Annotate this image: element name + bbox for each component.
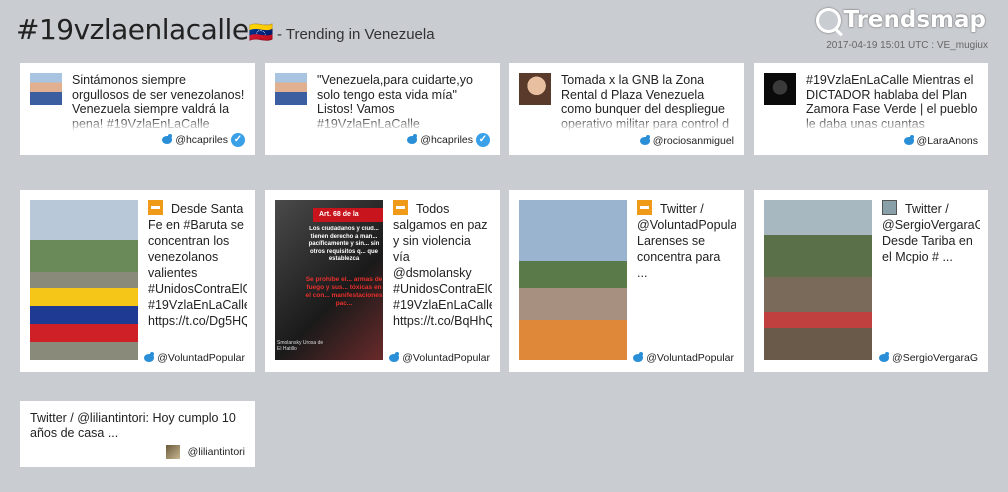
author-handle: @rociosanmiguel [652, 135, 734, 147]
protest-photo [30, 200, 138, 360]
tweet-text: Sintámonos siempre orgullosos de ser ven… [72, 73, 245, 131]
tweet-author[interactable]: @LaraAnons [903, 135, 978, 147]
author-handle: @hcapriles [175, 134, 228, 146]
media-card[interactable]: Art. 68 de la Los ciudadanos y ciud... t… [265, 190, 500, 372]
timestamp: 2017-04-19 15:01 UTC : VE_mugiux [826, 40, 988, 51]
author-handle: @LaraAnons [916, 135, 978, 147]
twitter-bird-icon [903, 135, 914, 145]
trendsmap-logo[interactable]: Trendsmap [816, 7, 986, 33]
hashtag-text: #19vzlaenlacalle [16, 13, 249, 46]
hashtag-title: #19vzlaenlacalle🇻🇪 - Trending in Venezuel… [16, 13, 435, 46]
tweet-card[interactable]: Sintámonos siempre orgullosos de ser ven… [20, 63, 255, 155]
author-handle: @hcapriles [420, 134, 473, 146]
tweet-text: Tomada x la GNB la Zona Rental d Plaza V… [561, 73, 734, 131]
poster-heading: Art. 68 de la [313, 208, 383, 222]
avatar [165, 445, 180, 459]
tweet-card[interactable]: "Venezuela,para cuidarte,yo solo tengo e… [265, 63, 500, 155]
media-text: Twitter / @SergioVergaraG: Desde Tariba … [882, 200, 980, 328]
media-text-content: Todos salgamos en paz y sin violencia ví… [393, 202, 492, 328]
header: #19vzlaenlacalle🇻🇪 - Trending in Venezuel… [0, 0, 1008, 56]
media-text: Todos salgamos en paz y sin violencia ví… [393, 200, 492, 328]
tweet-card[interactable]: #19VzlaEnLaCalle Mientras el DICTADOR ha… [754, 63, 988, 155]
twitter-bird-icon [389, 352, 400, 362]
media-card[interactable]: Desde Santa Fe en #Baruta se concentran … [20, 190, 255, 372]
tweet-text: "Venezuela,para cuidarte,yo solo tengo e… [317, 73, 490, 131]
author-handle: @SergioVergaraG [892, 352, 978, 364]
crowd-photo [764, 200, 872, 360]
voluntad-popular-icon [393, 200, 408, 215]
tweet-author[interactable]: @VoluntadPopular [389, 352, 490, 364]
user-avatar-icon [882, 200, 897, 215]
twitter-bird-icon [639, 135, 650, 145]
media-card[interactable]: Twitter / @SergioVergaraG: Desde Tariba … [754, 190, 988, 372]
media-text: Twitter / @VoluntadPopular: Larenses se … [637, 200, 736, 328]
tweet-author[interactable]: @SergioVergaraG [879, 352, 978, 364]
tweet-author[interactable]: @VoluntadPopular [144, 352, 245, 364]
link-text: Twitter / @liliantintori: Hoy cumplo 10 … [30, 411, 236, 440]
author-handle: @VoluntadPopular [646, 352, 734, 364]
tweet-author[interactable]: @hcapriles ✓ [162, 133, 245, 147]
tweet-author[interactable]: @hcapriles ✓ [407, 133, 490, 147]
march-photo [519, 200, 627, 360]
flag-stripe-yellow [30, 288, 138, 306]
flag-stripe-blue [30, 306, 138, 324]
verified-icon: ✓ [476, 133, 490, 147]
tweet-card[interactable]: Tomada x la GNB la Zona Rental d Plaza V… [509, 63, 744, 155]
logo-text: Trendsmap [843, 7, 986, 33]
poster-credit: Smolansky Urosa de El Hatillo [277, 340, 324, 352]
poster-image: Art. 68 de la Los ciudadanos y ciud... t… [275, 200, 383, 360]
tweet-author[interactable]: @liliantintori [165, 445, 245, 459]
tweet-author[interactable]: @VoluntadPopular [633, 352, 734, 364]
poster-warning: Se prohíbe el... armas de fuego y sus...… [305, 276, 383, 307]
twitter-bird-icon [879, 352, 890, 362]
tweet-text: #19VzlaEnLaCalle Mientras el DICTADOR ha… [806, 73, 978, 131]
media-text-content: Desde Santa Fe en #Baruta se concentran … [148, 202, 247, 328]
verified-icon: ✓ [231, 133, 245, 147]
voluntad-popular-icon [148, 200, 163, 215]
twitter-bird-icon [407, 134, 418, 144]
avatar [519, 73, 551, 105]
author-handle: @liliantintori [187, 446, 245, 458]
author-handle: @VoluntadPopular [157, 352, 245, 364]
flag-stripe-red [30, 324, 138, 342]
trendsmap-q-icon [816, 7, 842, 33]
trending-subtitle: - Trending in Venezuela [276, 26, 435, 43]
twitter-bird-icon [162, 134, 173, 144]
media-card[interactable]: Twitter / @VoluntadPopular: Larenses se … [509, 190, 744, 372]
twitter-bird-icon [633, 352, 644, 362]
avatar [30, 73, 62, 105]
author-handle: @VoluntadPopular [402, 352, 490, 364]
avatar [275, 73, 307, 105]
tweet-author[interactable]: @rociosanmiguel [639, 135, 734, 147]
twitter-bird-icon [144, 352, 155, 362]
avatar [764, 73, 796, 105]
poster-body: Los ciudadanos y ciud... tienen derecho … [308, 226, 380, 262]
media-text: Desde Santa Fe en #Baruta se concentran … [148, 200, 247, 328]
voluntad-popular-icon [637, 200, 652, 215]
flag-emoji: 🇻🇪 [248, 20, 274, 44]
link-card[interactable]: Twitter / @liliantintori: Hoy cumplo 10 … [20, 401, 255, 467]
